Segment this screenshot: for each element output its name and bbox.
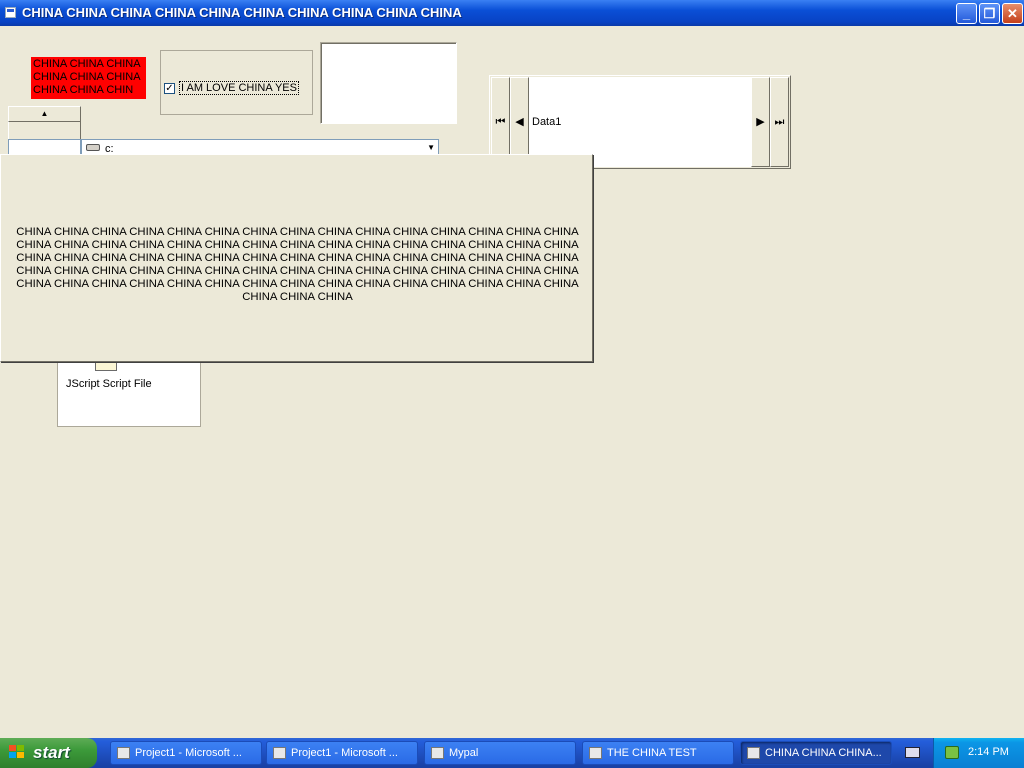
window-title: CHINA CHINA CHINA CHINA CHINA CHINA CHIN…: [22, 5, 462, 20]
task-label: Project1 - Microsoft ...: [291, 747, 398, 759]
task-project1-b[interactable]: Project1 - Microsoft ...: [266, 741, 418, 765]
checkbox-frame: ✓ I AM LOVE CHINA YES: [160, 50, 313, 115]
task-label: Mypal: [449, 747, 479, 759]
start-label: start: [33, 743, 70, 762]
title-bar[interactable]: CHINA CHINA CHINA CHINA CHINA CHINA CHIN…: [0, 0, 1024, 26]
red-label: CHINA CHINA CHINA CHINA CHINA CHINA CHIN…: [31, 57, 146, 99]
vb-icon: [117, 747, 130, 759]
move-last-button[interactable]: ⏭: [770, 77, 789, 167]
task-china-test[interactable]: THE CHINA TEST: [582, 741, 734, 765]
browser-icon: [431, 747, 444, 759]
task-label: Project1 - Microsoft ...: [135, 747, 242, 759]
picture-box[interactable]: [320, 42, 457, 124]
close-button[interactable]: ✕: [1002, 3, 1023, 24]
chevron-down-icon[interactable]: ▼: [427, 143, 435, 152]
taskbar: start Project1 - Microsoft ... Project1 …: [0, 738, 1024, 768]
love-china-checkbox[interactable]: ✓: [164, 83, 175, 94]
scroll-up-button[interactable]: ▲: [8, 106, 81, 122]
form-icon: [747, 747, 760, 759]
clock[interactable]: 2:14 PM: [968, 746, 1009, 758]
keyboard-icon[interactable]: [905, 747, 920, 758]
network-icon[interactable]: [945, 746, 959, 759]
big-label-text: CHINA CHINA CHINA CHINA CHINA CHINA CHIN…: [16, 226, 579, 303]
vb-icon: [273, 747, 286, 759]
system-tray: 2:14 PM: [933, 738, 1024, 768]
file-item-label[interactable]: JScript Script File: [66, 378, 152, 390]
form-icon[interactable]: [5, 7, 16, 18]
big-label-panel: CHINA CHINA CHINA CHINA CHINA CHINA CHIN…: [0, 154, 593, 362]
windows-logo-icon: [9, 745, 26, 761]
drive-icon: [86, 144, 100, 151]
task-label: CHINA CHINA CHINA...: [765, 747, 882, 759]
start-button[interactable]: start: [0, 738, 97, 768]
checkbox-label[interactable]: I AM LOVE CHINA YES: [179, 81, 299, 95]
task-mypal[interactable]: Mypal: [424, 741, 576, 765]
move-next-button[interactable]: ▶: [751, 77, 770, 167]
maximize-button[interactable]: ❐: [979, 3, 1000, 24]
scroll-track[interactable]: [8, 122, 81, 140]
minimize-button[interactable]: _: [956, 3, 977, 24]
task-china-window[interactable]: CHINA CHINA CHINA...: [740, 741, 892, 765]
task-label: THE CHINA TEST: [607, 747, 697, 759]
task-project1-a[interactable]: Project1 - Microsoft ...: [110, 741, 262, 765]
form-icon: [589, 747, 602, 759]
